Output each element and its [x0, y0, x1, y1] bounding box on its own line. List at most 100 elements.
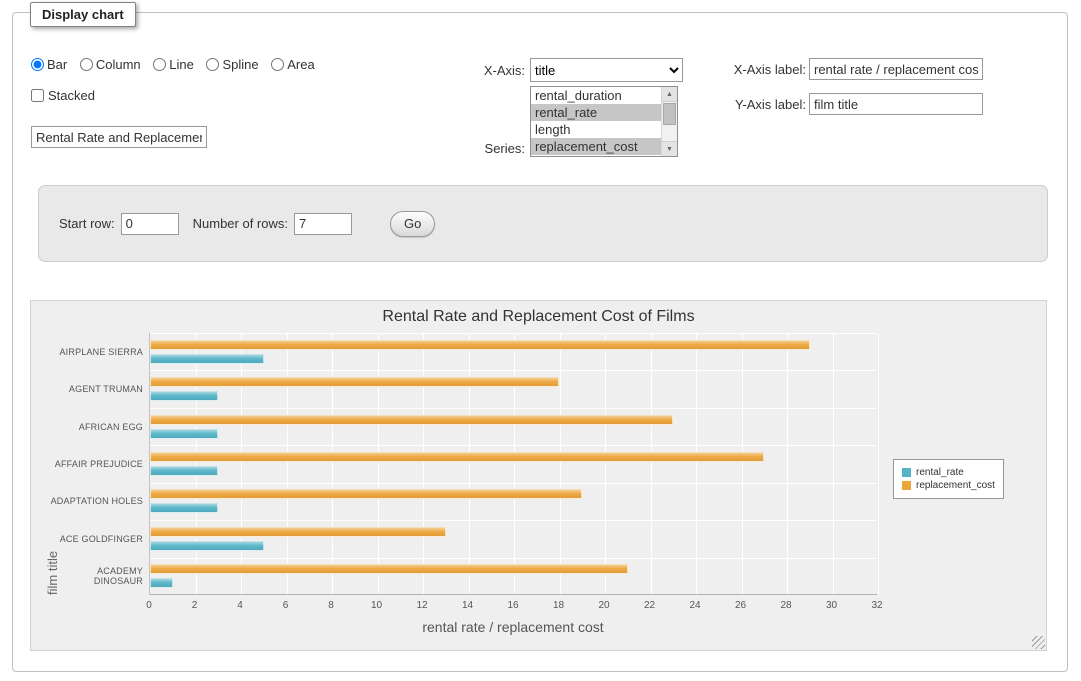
series-option-rental_rate[interactable]: rental_rate	[531, 104, 661, 121]
legend-item-rental_rate[interactable]: rental_rate	[902, 467, 995, 478]
x-tick-label: 18	[553, 600, 564, 611]
chart-type-bar[interactable]: Bar	[31, 57, 67, 72]
y-axis-label-input[interactable]	[809, 93, 983, 115]
category-label: AIRPLANE SIERRA	[47, 333, 143, 370]
legend-label: rental_rate	[916, 467, 964, 478]
chart-type-column-label: Column	[96, 57, 141, 72]
series-options: rental_durationrental_ratelengthreplacem…	[531, 87, 661, 156]
x-axis-label-input[interactable]	[809, 58, 983, 80]
scroll-up-icon[interactable]: ▲	[662, 87, 677, 102]
chart-type-bar-label: Bar	[47, 57, 67, 72]
scroll-thumb[interactable]	[663, 103, 676, 125]
resize-handle-icon[interactable]	[1032, 636, 1045, 649]
gridline-vertical	[469, 333, 470, 594]
bar-replacement_cost[interactable]	[150, 452, 764, 462]
series-option-replacement_cost[interactable]: replacement_cost	[531, 138, 661, 155]
bar-replacement_cost[interactable]	[150, 415, 673, 425]
gridline-horizontal	[150, 558, 877, 559]
x-tick-label: 30	[826, 600, 837, 611]
chart-type-spline-label: Spline	[222, 57, 258, 72]
legend-item-replacement_cost[interactable]: replacement_cost	[902, 480, 995, 491]
bar-replacement_cost[interactable]	[150, 564, 628, 574]
chart-type-spline[interactable]: Spline	[206, 57, 258, 72]
gridline-vertical	[605, 333, 606, 594]
gridline-vertical	[742, 333, 743, 594]
bar-rental_rate[interactable]	[150, 578, 173, 588]
bar-replacement_cost[interactable]	[150, 340, 810, 350]
gridline-vertical	[378, 333, 379, 594]
x-tick-label: 4	[237, 600, 243, 611]
x-tick-label: 14	[462, 600, 473, 611]
x-axis-select-label: X-Axis:	[443, 63, 525, 78]
x-tick-label: 8	[328, 600, 334, 611]
panel-legend: Display chart	[30, 2, 136, 27]
gridline-horizontal	[150, 445, 877, 446]
series-scrollbar[interactable]: ▲ ▼	[661, 87, 677, 156]
x-tick-label: 26	[735, 600, 746, 611]
chart-type-line[interactable]: Line	[153, 57, 194, 72]
start-row-input[interactable]	[121, 213, 179, 235]
num-rows-label: Number of rows:	[193, 216, 288, 231]
x-tick-label: 2	[192, 600, 198, 611]
legend-label: replacement_cost	[916, 480, 995, 491]
x-tick-label: 6	[283, 600, 289, 611]
chart-type-column[interactable]: Column	[80, 57, 141, 72]
gridline-vertical	[560, 333, 561, 594]
display-chart-panel: Display chart Bar Column Line Spline Are…	[12, 12, 1068, 672]
gridline-vertical	[196, 333, 197, 594]
chart-type-line-radio[interactable]	[153, 58, 166, 71]
chart-type-column-radio[interactable]	[80, 58, 93, 71]
gridline-vertical	[423, 333, 424, 594]
x-tick-label: 0	[146, 600, 152, 611]
category-label: AFRICAN EGG	[47, 408, 143, 445]
gridline-horizontal	[150, 483, 877, 484]
x-tick-label: 16	[507, 600, 518, 611]
bar-replacement_cost[interactable]	[150, 527, 446, 537]
chart-type-spline-radio[interactable]	[206, 58, 219, 71]
x-axis-select[interactable]: title	[530, 58, 683, 82]
x-tick-label: 32	[871, 600, 882, 611]
x-tick-label: 24	[689, 600, 700, 611]
category-label: ACE GOLDFINGER	[47, 520, 143, 557]
series-option-rental_duration[interactable]: rental_duration	[531, 87, 661, 104]
bar-rental_rate[interactable]	[150, 541, 264, 551]
stacked-checkbox[interactable]	[31, 89, 44, 102]
chart-type-area-radio[interactable]	[271, 58, 284, 71]
series-listbox[interactable]: rental_durationrental_ratelengthreplacem…	[530, 86, 678, 157]
scroll-down-icon[interactable]: ▼	[662, 141, 677, 156]
chart: Rental Rate and Replacement Cost of Film…	[30, 300, 1047, 651]
chart-title-input[interactable]	[31, 126, 207, 148]
stacked-option[interactable]: Stacked	[31, 88, 95, 103]
bar-replacement_cost[interactable]	[150, 377, 559, 387]
num-rows-input[interactable]	[294, 213, 352, 235]
chart-type-bar-radio[interactable]	[31, 58, 44, 71]
start-row-label: Start row:	[59, 216, 115, 231]
bar-rental_rate[interactable]	[150, 466, 218, 476]
gridline-vertical	[651, 333, 652, 594]
bar-rental_rate[interactable]	[150, 354, 264, 364]
gridline-horizontal	[150, 370, 877, 371]
x-tick-label: 10	[371, 600, 382, 611]
x-tick-label: 22	[644, 600, 655, 611]
x-axis-title: rental rate / replacement cost	[149, 619, 877, 635]
chart-legend: rental_rate replacement_cost	[893, 459, 1004, 499]
gridline-vertical	[287, 333, 288, 594]
bar-rental_rate[interactable]	[150, 391, 218, 401]
plot-area	[149, 333, 877, 595]
bar-rental_rate[interactable]	[150, 429, 218, 439]
gridline-vertical	[241, 333, 242, 594]
gridline-vertical	[514, 333, 515, 594]
category-label: AGENT TRUMAN	[47, 370, 143, 407]
chart-type-area[interactable]: Area	[271, 57, 314, 72]
series-option-length[interactable]: length	[531, 121, 661, 138]
bar-replacement_cost[interactable]	[150, 489, 582, 499]
stacked-label: Stacked	[48, 88, 95, 103]
legend-swatch-icon	[902, 468, 911, 477]
rows-panel: Start row: Number of rows: Go	[38, 185, 1048, 262]
x-tick-label: 20	[598, 600, 609, 611]
category-label: ACADEMY DINOSAUR	[47, 558, 143, 595]
gridline-vertical	[878, 333, 879, 594]
go-button[interactable]: Go	[390, 211, 435, 237]
x-tick-label: 12	[416, 600, 427, 611]
bar-rental_rate[interactable]	[150, 503, 218, 513]
